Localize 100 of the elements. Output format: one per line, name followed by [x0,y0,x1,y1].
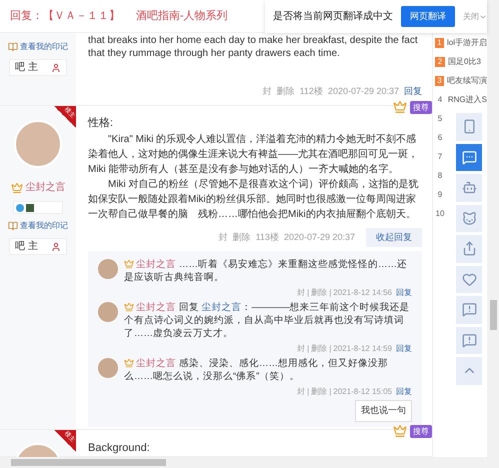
crown-icon [124,302,134,312]
close-dropdown[interactable]: 关闭 [463,10,487,22]
reply-author[interactable]: 尘封之言 [136,302,176,313]
floor-number: 113楼 [256,230,279,244]
avatar-placeholder [98,259,118,279]
rank-label: 吧 主 [15,60,38,75]
reply-meta: 删除 [311,386,328,397]
post-time: 2020-07-29 20:37 [328,84,399,98]
reply-meta: 2021-8-12 15:05 [333,386,392,397]
impression-link[interactable]: 查看我的印记 [20,41,68,53]
side-tool-button[interactable] [456,174,482,202]
reply-meta: | [307,343,310,354]
book-icon [8,221,18,231]
reply-author[interactable]: 尘封之言 [136,358,176,369]
reply-meta: 删除 [311,343,328,354]
rank-number: 1 [435,38,444,48]
robot-icon [462,180,476,196]
reply-meta: 删除 [311,287,328,298]
reply-meta: | [307,287,310,298]
side-tool-button[interactable] [456,235,482,262]
reply-meta: 封 [297,343,306,354]
avatar-placeholder [98,358,118,378]
reply-toggle-button[interactable]: 收起回复 [366,228,422,247]
report-icon [462,302,476,318]
reply-meta: 封 [297,386,306,397]
avatar-placeholder [98,302,118,322]
reply-comment: 尘封之言 ……听着《易安难忘》来重翻这些感觉怪怪的……还是应该听古典纯音啊。 [124,258,408,284]
rank-number: 10 [435,208,445,220]
avatar-placeholder [14,120,62,168]
hot-topic-link[interactable]: RNG进入S [448,94,487,106]
reply-meta: | [329,287,332,298]
person-icon [51,242,61,252]
side-tool-button[interactable] [456,204,482,232]
reply-meta: 2021-8-12 14:59 [333,343,392,354]
side-tool-button[interactable] [456,296,482,324]
reply-comment: 尘封之言 回复 尘封之言：————想来三年前这个时候我还是个有点诗心词义的婉约派，自从高中毕业后就再也没有写诗填词了……虚负凌云万丈才。 [124,301,411,340]
reply-toggle-button[interactable]: 回复 [404,84,422,98]
section-heading: 性格: [88,116,114,131]
reply-link[interactable]: 回复 [396,386,412,397]
vip-badge: 搜尊 [410,100,432,114]
heart-icon [462,272,476,287]
reply-link[interactable]: 回复 [396,287,412,298]
rank-label: 吧 主 [15,240,38,254]
translate-button[interactable]: 网页翻译 [401,6,455,28]
rank-number: 4 [436,94,444,106]
crown-icon [124,358,134,368]
side-tool-button[interactable] [456,144,482,171]
vip-badge: 搜尊 [410,424,432,438]
reply-meta: | [329,386,332,397]
hot-topic-link[interactable]: lol手游开启 [446,36,487,48]
rank-number: 8 [436,170,444,182]
reply-meta: | [329,343,332,354]
post-action-link[interactable]: 删除 [232,230,251,244]
reply-comment: 尘封之言 感染、浸染、感化……想用感化，但又好像没那么……嗯怎么说，没那么“佛系”（笑）。 [124,357,389,383]
reply-meta: | [307,386,310,397]
reply-to-link[interactable]: 尘封之言 [202,302,242,313]
reply-author[interactable]: 尘封之言 [136,259,176,270]
book-icon [8,42,18,52]
rank-number: 5 [436,112,444,124]
chat-icon [462,150,476,165]
reply-link[interactable]: 回复 [396,343,412,354]
person-icon [51,62,61,72]
crown-icon [392,100,408,114]
rank-number: 2 [435,56,445,66]
share-icon [462,241,476,256]
post-action-link[interactable]: 封 [262,84,272,98]
section-heading: Background: [88,441,151,456]
translate-prompt: 是否将当前网页翻译成中文 [273,10,393,24]
floor-number: 112楼 [300,84,323,98]
thread-title: 回复：【ＶＡ－１１】 [10,8,120,24]
post-paragraph: that breaks into her home each day to make her breakfast, despite the fact that they rummage through her panty drawers each time. [88,34,419,60]
rank-number: 6 [436,132,444,144]
reply-meta: 2021-8-12 14:56 [333,287,392,298]
thread-subtitle[interactable]: 酒吧指南-人物系列 [136,8,228,24]
post-paragraph: "Kira" Miki 的乐观令人难以置信，洋溢着充沛的精力令她无时不刻不感染着他人，这对她的偶像生涯来说大有裨益——尤其在酒吧那回可见一斑，Miki 能带动所有人（甚至是没有参与她对话的人）一齐大喊她的名字。 [88,132,419,176]
horizontal-scrollbar[interactable] [0,457,499,468]
side-tool-button[interactable] [456,357,482,384]
phone-icon [462,119,476,134]
say-something-button[interactable]: 我也说一句 [355,400,412,422]
crown-icon [10,182,22,194]
report-icon [462,332,476,348]
post-paragraph: Miki 对自己的粉丝（尽管她不是很喜欢这个词）评价颇高，这指的是犹如保安队一般随处跟着Miki的粉丝俱乐部。她同时也很感激一位每周闯进家一次帮自己做早餐的脑 残粉……哪怕他会把Miki的内衣抽屉翻个底朝天。 [88,178,420,222]
post-action-link[interactable]: 封 [218,230,228,244]
vertical-scrollbar[interactable] [487,0,499,457]
crown-icon [124,259,134,270]
side-tool-button[interactable] [456,326,482,354]
side-tool-button[interactable] [456,113,482,140]
post-time: 2020-07-29 20:37 [284,230,355,244]
rank-number: 9 [436,188,444,200]
crown-icon [392,424,408,438]
cat-face-icon [462,210,476,226]
hot-topic-link[interactable]: 国足0比3 [448,56,481,68]
post-action-link[interactable]: 删除 [276,84,295,98]
hot-topic-link[interactable]: 吧友续写演 [447,74,487,86]
author-name[interactable]: 尘封之言 [26,180,66,195]
reply-meta: 封 [297,287,306,298]
side-tool-button[interactable] [456,266,482,293]
impression-link[interactable]: 查看我的印记 [20,220,68,232]
rank-number: 7 [436,150,444,162]
rank-number: 3 [435,76,444,86]
